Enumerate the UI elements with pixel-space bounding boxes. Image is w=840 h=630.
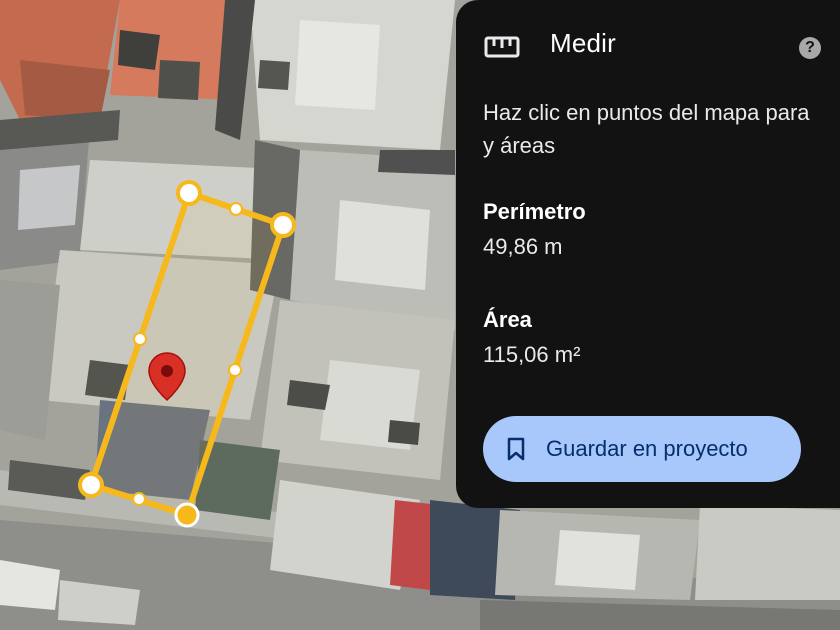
bookmark-icon <box>507 437 525 461</box>
help-icon[interactable]: ? <box>799 37 821 59</box>
vertex-handle[interactable] <box>176 180 202 206</box>
measure-panel: Medir ? Haz clic en puntos del mapa para… <box>456 0 840 508</box>
perimeter-label: Perímetro <box>483 199 586 224</box>
vertex-handle[interactable] <box>78 472 104 498</box>
vertex-handle[interactable] <box>270 212 296 238</box>
area-label: Área <box>483 307 532 332</box>
instructions-line-1: Haz clic en puntos del mapa para <box>483 100 810 125</box>
save-button-label: Guardar en proyecto <box>546 436 748 461</box>
instructions-text: Haz clic en puntos del mapa para y áreas <box>483 96 840 162</box>
edge-midpoint-handle[interactable] <box>229 202 243 216</box>
edge-midpoint-handle[interactable] <box>133 332 147 346</box>
perimeter-value: 49,86 m <box>483 234 563 259</box>
edge-midpoint-handle[interactable] <box>228 363 242 377</box>
ruler-icon <box>484 36 520 58</box>
edge-midpoint-handle[interactable] <box>132 492 146 506</box>
area-value: 115,06 m² <box>483 342 581 367</box>
save-to-project-button[interactable]: Guardar en proyecto <box>483 416 801 482</box>
vertex-handle-selected[interactable] <box>174 502 200 528</box>
measured-area-shape <box>88 190 286 518</box>
panel-title: Medir <box>550 28 617 58</box>
instructions-line-2: y áreas <box>483 133 556 158</box>
